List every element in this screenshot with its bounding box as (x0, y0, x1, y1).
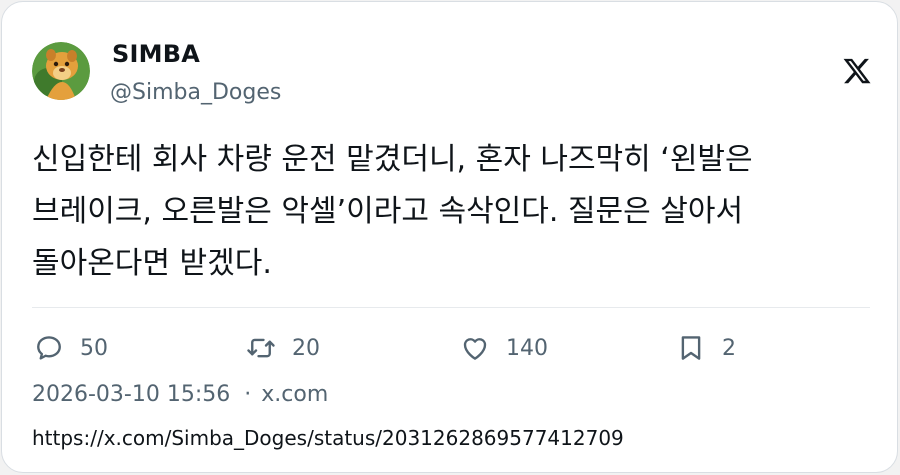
bookmark-icon (681, 336, 701, 360)
retweet-icon (247, 338, 275, 358)
bookmark-button[interactable]: 2 (676, 330, 736, 366)
author-name[interactable]: SIMBA (112, 40, 200, 68)
tweet-url[interactable]: https://x.com/Simba_Doges/status/2031262… (32, 426, 624, 450)
author-handle[interactable]: @Simba_Doges (110, 80, 281, 105)
reply-count: 50 (80, 335, 108, 361)
tweet-text: 신입한테 회사 차량 운전 맡겼더니, 혼자 나즈막히 ‘왼발은 브레이크, 오… (32, 142, 753, 281)
bookmark-count: 2 (722, 335, 736, 361)
retweet-count: 20 (292, 335, 320, 361)
avatar[interactable] (32, 42, 90, 100)
like-count: 140 (506, 335, 548, 361)
like-button[interactable]: 140 (460, 330, 548, 366)
reply-button[interactable]: 50 (34, 330, 108, 366)
timestamp[interactable]: 2026-03-10 15:56 (32, 382, 230, 407)
reply-bubble-icon (37, 336, 61, 360)
tweet-meta: 2026-03-10 15:56 · x.com (32, 382, 328, 407)
heart-icon (463, 338, 487, 360)
tweet-card: SIMBA @Simba_Doges 신입한테 회사 차량 운전 맡겼더니, 혼… (1, 1, 898, 473)
divider (32, 307, 870, 308)
retweet-button[interactable]: 20 (246, 330, 320, 366)
source[interactable]: x.com (261, 382, 328, 407)
x-logo-icon[interactable] (842, 56, 872, 86)
separator-dot: · (244, 382, 252, 407)
